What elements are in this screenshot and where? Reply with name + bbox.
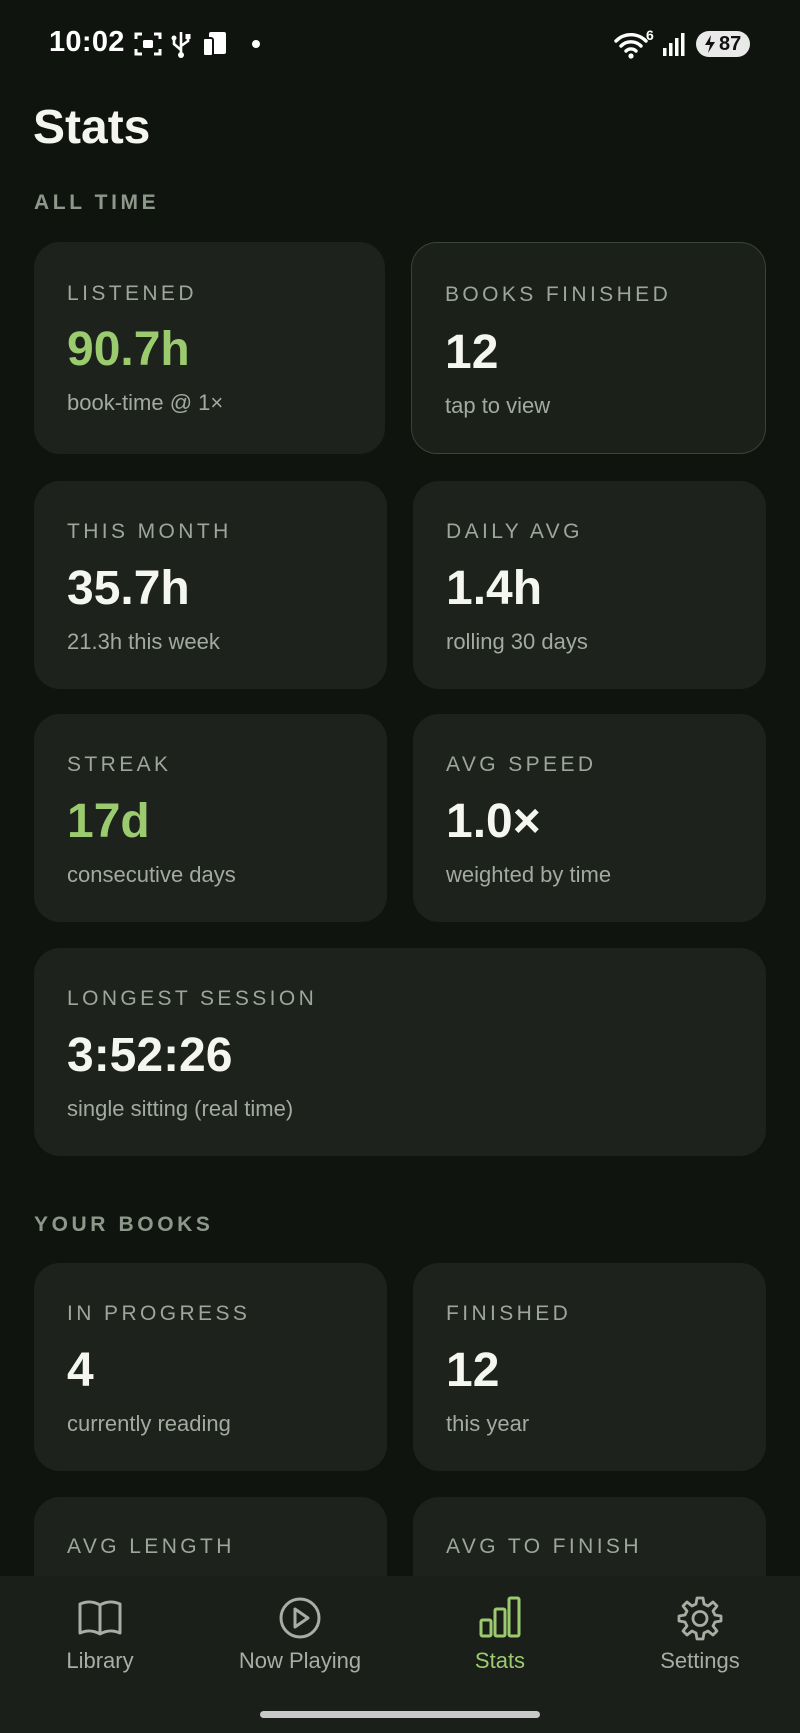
books-finished-value: 12 [445, 326, 499, 379]
bar-chart-icon [479, 1596, 521, 1638]
bottom-nav: Library Now Playing Stats Settings [0, 1576, 800, 1733]
status-time: 10:02 [49, 26, 125, 58]
charging-bolt-icon [705, 35, 715, 53]
daily-avg-sub: rolling 30 days [446, 629, 588, 654]
this-month-value: 35.7h [67, 562, 190, 615]
avg-to-finish-label: AVG TO FINISH [446, 1535, 642, 1558]
section-title-your-books: YOUR BOOKS [34, 1213, 214, 1236]
stats-screen: 10:02 6 87 Stats ALL TIME LISTENED 90.7h… [0, 0, 800, 1733]
book-icon [78, 1600, 122, 1636]
in-progress-card: IN PROGRESS 4 currently reading [34, 1263, 387, 1471]
this-month-sub: 21.3h this week [67, 629, 220, 654]
daily-avg-label: DAILY AVG [446, 520, 583, 543]
wifi-status: 6 [614, 27, 654, 59]
page-title: Stats [33, 101, 151, 154]
status-bar: 10:02 6 87 [0, 0, 800, 88]
daily-avg-card: DAILY AVG 1.4h rolling 30 days [413, 481, 766, 689]
in-progress-value: 4 [67, 1344, 94, 1397]
gear-icon [677, 1596, 723, 1641]
in-progress-sub: currently reading [67, 1411, 231, 1436]
battery-indicator: 87 [696, 31, 750, 57]
longest-session-label: LONGEST SESSION [67, 987, 318, 1010]
status-icons-right: 6 87 [614, 27, 750, 60]
nav-item-library[interactable]: Library [0, 1576, 200, 1696]
longest-session-sub: single sitting (real time) [67, 1096, 294, 1121]
finished-label: FINISHED [446, 1302, 572, 1325]
screenshot-icon [134, 32, 162, 56]
wifi-badge: 6 [646, 27, 654, 43]
avg-length-label: AVG LENGTH [67, 1535, 235, 1558]
nav-item-stats[interactable]: Stats [400, 1576, 600, 1696]
usb-icon [171, 32, 191, 58]
nav-label-now-playing: Now Playing [238, 1648, 362, 1673]
section-title-all-time: ALL TIME [34, 191, 160, 214]
avg-speed-sub: weighted by time [446, 862, 612, 887]
books-finished-card[interactable]: BOOKS FINISHED 12 tap to view [411, 242, 766, 454]
listened-label: LISTENED [67, 282, 197, 305]
avg-speed-value: 1.0× [446, 795, 541, 848]
this-month-label: THIS MONTH [67, 520, 232, 543]
streak-card: STREAK 17d consecutive days [34, 714, 387, 922]
finished-value: 12 [446, 1344, 500, 1397]
signal-icon [663, 33, 685, 56]
nav-item-now-playing[interactable]: Now Playing [200, 1576, 400, 1696]
nav-item-settings[interactable]: Settings [600, 1576, 800, 1696]
avg-speed-card: AVG SPEED 1.0× weighted by time [413, 714, 766, 922]
avg-speed-label: AVG SPEED [446, 753, 597, 776]
status-icons-left [134, 29, 260, 59]
play-circle-icon [279, 1597, 321, 1639]
in-progress-label: IN PROGRESS [67, 1302, 251, 1325]
home-indicator[interactable] [260, 1711, 540, 1718]
finished-card: FINISHED 12 this year [413, 1263, 766, 1471]
streak-value: 17d [67, 795, 150, 848]
notification-dot-icon [252, 40, 260, 48]
nav-label-settings: Settings [660, 1648, 740, 1673]
longest-session-value: 3:52:26 [67, 1029, 233, 1082]
finished-sub: this year [446, 1411, 530, 1436]
streak-label: STREAK [67, 753, 172, 776]
this-month-card: THIS MONTH 35.7h 21.3h this week [34, 481, 387, 689]
device-icon [202, 32, 226, 57]
listened-sub: book-time @ 1× [67, 390, 224, 415]
streak-sub: consecutive days [67, 862, 236, 887]
daily-avg-value: 1.4h [446, 562, 543, 615]
battery-level: 87 [719, 32, 742, 55]
wifi-icon [614, 33, 648, 59]
nav-label-stats: Stats [474, 1648, 526, 1673]
books-finished-sub: tap to view [445, 393, 551, 418]
longest-session-card: LONGEST SESSION 3:52:26 single sitting (… [34, 948, 766, 1156]
books-finished-label: BOOKS FINISHED [445, 283, 672, 306]
nav-label-library: Library [66, 1648, 134, 1673]
listened-value: 90.7h [67, 323, 190, 376]
listened-card: LISTENED 90.7h book-time @ 1× [34, 242, 385, 454]
